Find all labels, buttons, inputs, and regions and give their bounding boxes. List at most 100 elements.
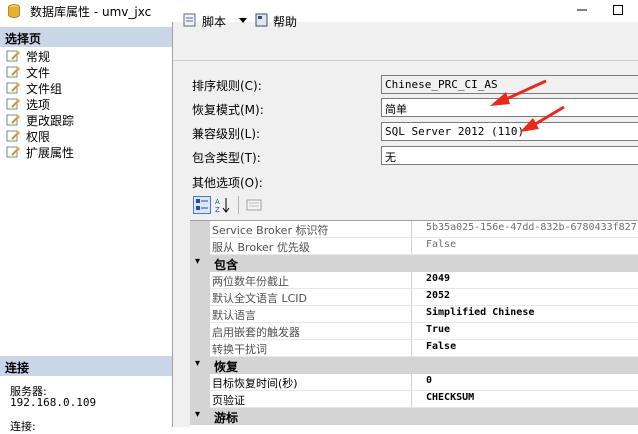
property-name: 服从 Broker 优先级: [212, 241, 310, 254]
wrench-page-icon: [6, 146, 20, 158]
help-button[interactable]: 帮助: [254, 12, 304, 30]
grid-row[interactable]: 默认语言 Simplified Chinese: [190, 306, 638, 323]
property-value[interactable]: 5b35a025-156e-47dd-832b-6780433f827: [426, 222, 638, 233]
grid-gutter: [190, 272, 210, 289]
property-name: 目标恢复时间(秒): [212, 377, 298, 390]
grid-gutter: [190, 238, 210, 255]
grid-separator: [411, 340, 412, 357]
grid-row[interactable]: 默认全文语言 LCID 2052: [190, 289, 638, 306]
help-book-icon: [255, 13, 268, 27]
sidebar-item-label: 文件组: [26, 82, 63, 96]
wrench-page-icon: [6, 98, 20, 110]
property-value[interactable]: Simplified Chinese: [426, 307, 638, 318]
property-name: 默认全文语言 LCID: [212, 292, 308, 305]
category-label: 游标: [214, 411, 239, 425]
grid-gutter: [190, 323, 210, 340]
category-label: 恢复: [214, 360, 239, 374]
property-value[interactable]: True: [426, 324, 638, 335]
sidebar-item-label: 权限: [26, 130, 51, 144]
property-grid: Service Broker 标识符 5b35a025-156e-47dd-832…: [190, 220, 638, 428]
property-value[interactable]: False: [426, 239, 638, 250]
sidebar-item[interactable]: 扩展属性: [6, 144, 166, 160]
compatibility-level-value: SQL Server 2012 (110): [385, 125, 525, 138]
collapse-toggle-icon[interactable]: ▾: [195, 358, 200, 369]
script-label: 脚本: [202, 15, 227, 29]
grid-gutter: [190, 306, 210, 323]
property-value[interactable]: 2049: [426, 273, 638, 284]
script-button[interactable]: 脚本: [182, 12, 252, 30]
connection-label: 连接:: [10, 420, 36, 433]
grid-category[interactable]: ▾ 恢复: [190, 357, 638, 374]
grid-row[interactable]: 两位数年份截止 2049: [190, 272, 638, 289]
sidebar-item-label: 常规: [26, 50, 51, 64]
category-label: 包含: [214, 258, 239, 272]
compatibility-level-select[interactable]: SQL Server 2012 (110): [381, 122, 638, 141]
compatibility-level-label: 兼容级别(L):: [192, 127, 261, 141]
sidebar-item-label: 更改跟踪: [26, 114, 75, 128]
collapse-toggle-icon[interactable]: ▾: [195, 409, 200, 420]
property-name: 转换干扰词: [212, 343, 267, 356]
property-value[interactable]: 2052: [426, 290, 638, 301]
wrench-page-icon: [6, 130, 20, 142]
maximize-icon[interactable]: [610, 2, 626, 18]
sidebar-item[interactable]: 权限: [6, 128, 166, 144]
connection-title: 连接: [5, 361, 30, 375]
recovery-model-value: 简单: [385, 103, 407, 116]
property-pages-button[interactable]: [245, 196, 263, 214]
sidebar-item[interactable]: 更改跟踪: [6, 112, 166, 128]
toolbar-separator: [238, 196, 239, 214]
chevron-down-icon[interactable]: [239, 18, 247, 24]
sidebar-item-label: 文件: [26, 66, 51, 80]
containment-type-select[interactable]: 无: [381, 146, 638, 165]
grid-gutter: [190, 289, 210, 306]
wrench-page-icon: [6, 82, 20, 94]
grid-row[interactable]: Service Broker 标识符 5b35a025-156e-47dd-832…: [190, 221, 638, 238]
grid-separator: [411, 289, 412, 306]
collapse-toggle-icon[interactable]: ▾: [195, 256, 200, 267]
select-page-header: 选择页: [0, 27, 172, 47]
help-label: 帮助: [273, 15, 298, 29]
grid-separator: [411, 272, 412, 289]
grid-row[interactable]: 启用嵌套的触发器 True: [190, 323, 638, 340]
grid-row[interactable]: 服从 Broker 优先级 False: [190, 238, 638, 255]
grid-row[interactable]: 目标恢复时间(秒) 0: [190, 374, 638, 391]
sidebar-item-label: 选项: [26, 98, 51, 112]
grid-separator: [411, 323, 412, 340]
sidebar-item-label: 扩展属性: [26, 146, 75, 160]
wrench-page-icon: [6, 114, 20, 126]
property-name: 启用嵌套的触发器: [212, 326, 300, 339]
grid-gutter: [190, 340, 210, 357]
sidebar-item[interactable]: 文件组: [6, 80, 166, 96]
wrench-page-icon: [6, 50, 20, 62]
property-value[interactable]: 0: [426, 375, 638, 386]
sidebar-item[interactable]: 常规: [6, 48, 166, 64]
grid-category[interactable]: ▾ 包含: [190, 255, 638, 272]
categorized-button[interactable]: [193, 196, 211, 214]
grid-row[interactable]: 页验证 CHECKSUM: [190, 391, 638, 408]
grid-separator: [411, 374, 412, 391]
property-value[interactable]: CHECKSUM: [426, 392, 638, 403]
sidebar-item[interactable]: 选项: [6, 96, 166, 112]
wrench-page-icon: [6, 66, 20, 78]
other-options-label: 其他选项(O):: [192, 176, 263, 190]
script-icon: [183, 13, 196, 27]
property-value[interactable]: False: [426, 341, 638, 352]
annotation-arrow-2: [520, 105, 565, 132]
containment-type-label: 包含类型(T):: [192, 151, 261, 165]
grid-separator: [411, 306, 412, 323]
svg-text:Z: Z: [215, 206, 220, 213]
server-value: 192.168.0.109: [10, 396, 97, 409]
alphabetical-button[interactable]: A Z: [214, 196, 232, 214]
select-page-title: 选择页: [5, 32, 42, 46]
grid-separator: [411, 391, 412, 408]
grid-category[interactable]: ▾ 游标: [190, 408, 638, 425]
grid-row[interactable]: 转换干扰词 False: [190, 340, 638, 357]
grid-gutter: [190, 391, 210, 408]
property-name: 默认语言: [212, 309, 256, 322]
sidebar-item[interactable]: 文件: [6, 64, 166, 80]
property-name: 页验证: [212, 394, 245, 407]
property-pages-icon: [246, 199, 262, 211]
minimize-icon[interactable]: [574, 2, 590, 18]
grid-gutter: [190, 221, 210, 238]
sort-alphabetical-icon: A Z: [215, 198, 230, 213]
